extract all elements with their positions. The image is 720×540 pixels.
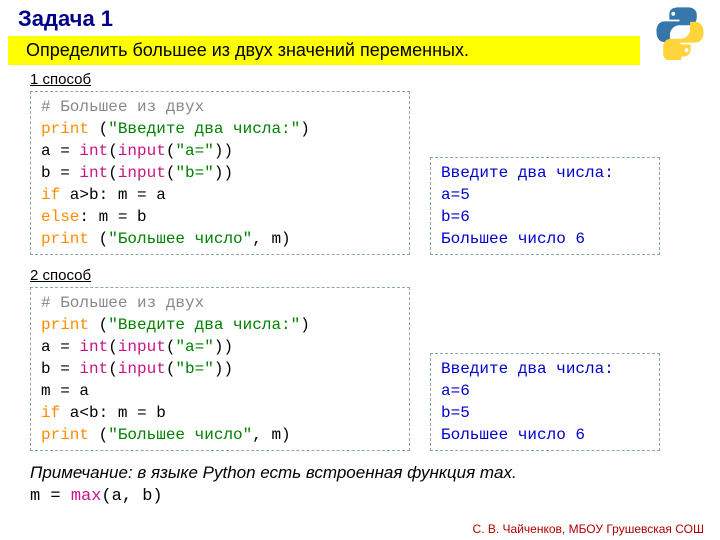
max-example: m = max(a, b)	[0, 487, 720, 506]
method-2-label: 2 способ	[30, 267, 720, 284]
method-1-label: 1 способ	[30, 71, 720, 88]
output-block-1: Введите два числа: a=5 b=6 Большее число…	[430, 157, 660, 255]
task-title: Задача 1	[0, 0, 720, 36]
task-banner: Определить большее из двух значений пере…	[8, 36, 640, 65]
code-block-1: # Большее из двух print ("Введите два чи…	[30, 91, 410, 255]
footer-credit: С. В. Чайченков, МБОУ Грушевская СОШ	[473, 522, 704, 536]
python-logo-icon	[652, 4, 708, 60]
note-text: Примечание: в языке Python есть встроенн…	[0, 457, 720, 487]
code-block-2: # Большее из двух print ("Введите два чи…	[30, 287, 410, 451]
output-block-2: Введите два числа: a=6 b=5 Большее число…	[430, 353, 660, 451]
